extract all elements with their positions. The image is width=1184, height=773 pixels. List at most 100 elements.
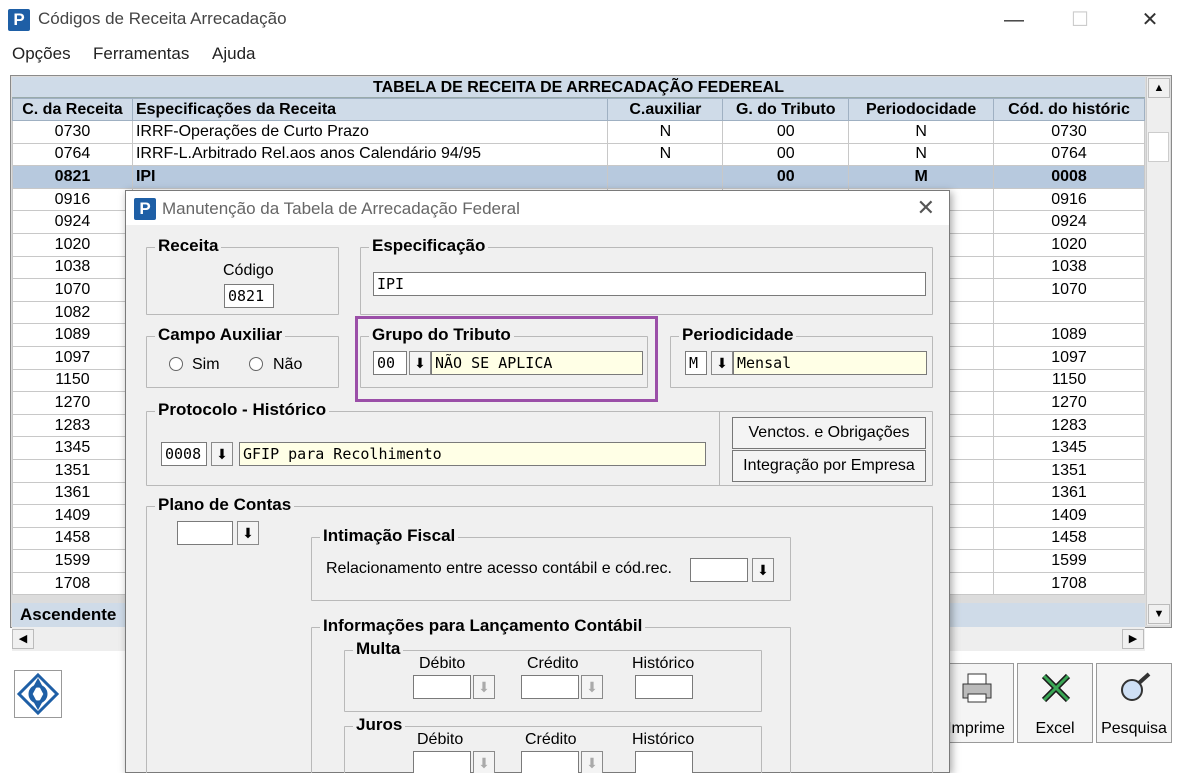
lancamento-group: Informações para Lançamento Contábil Mul… xyxy=(311,616,791,773)
especificacao-group: Especificação IPI xyxy=(360,236,933,315)
menu-ferramentas[interactable]: Ferramentas xyxy=(93,44,189,64)
grupo-dropdown-icon[interactable]: ⬇ xyxy=(409,351,431,375)
periodicidade-dropdown-icon[interactable]: ⬇ xyxy=(711,351,733,375)
sim-label: Sim xyxy=(192,356,220,373)
search-icon xyxy=(1121,672,1151,701)
table-row[interactable]: 0730 IRRF-Operações de Curto Prazo N 00 N 073… xyxy=(12,120,1145,144)
table-row[interactable]: 0764 IRRF-L.Arbitrado Rel.aos anos Calend… xyxy=(12,142,1145,167)
table-cell: 1458 xyxy=(12,526,133,551)
venctos-button[interactable]: Venctos. e Obrigações xyxy=(732,417,926,449)
integracao-button[interactable]: Integração por Empresa xyxy=(732,450,926,482)
especificacao-input[interactable]: IPI xyxy=(373,272,926,296)
table-cell: 1082 xyxy=(12,300,133,325)
table-cell: 1599 xyxy=(12,549,133,573)
table-cell: 1270 xyxy=(12,391,133,415)
intimacao-label: Relacionamento entre acesso contábil e c… xyxy=(326,560,672,577)
scroll-thumb[interactable] xyxy=(1148,132,1169,162)
plano-contas-dropdown-icon[interactable]: ⬇ xyxy=(237,521,259,545)
scroll-up-icon[interactable]: ▲ xyxy=(1148,78,1170,98)
vertical-scrollbar[interactable]: ▲ ▼ xyxy=(1146,77,1170,625)
intimacao-input[interactable] xyxy=(690,558,748,582)
scroll-down-icon[interactable]: ▼ xyxy=(1148,604,1170,624)
especificacao-legend: Especificação xyxy=(369,236,489,256)
excel-label: Excel xyxy=(1035,720,1075,737)
pesquisa-label: Pesquisa xyxy=(1101,720,1167,737)
table-cell: 1020 xyxy=(993,232,1145,257)
table-cell: 00 xyxy=(722,165,850,189)
column-header[interactable]: G. do Tributo xyxy=(722,98,850,121)
column-header[interactable]: Especificações da Receita xyxy=(131,98,609,121)
menu-ajuda[interactable]: Ajuda xyxy=(212,44,255,64)
scroll-left-icon[interactable]: ◀ xyxy=(12,629,34,649)
multa-historico-input[interactable] xyxy=(635,675,693,699)
juros-credito-input[interactable] xyxy=(521,751,579,773)
juros-group: Juros Débito ⬇ Crédito ⬇ Histórico xyxy=(344,715,762,773)
maximize-icon[interactable]: ☐ xyxy=(1060,8,1100,32)
multa-credito-dropdown-icon[interactable]: ⬇ xyxy=(581,675,603,699)
plano-contas-input[interactable] xyxy=(177,521,233,545)
multa-credito-input[interactable] xyxy=(521,675,579,699)
periodicidade-desc-input[interactable]: Mensal xyxy=(733,351,927,375)
table-cell: N xyxy=(607,120,724,144)
intimacao-dropdown-icon[interactable]: ⬇ xyxy=(752,558,774,582)
grupo-desc-input[interactable]: NÃO SE APLICA xyxy=(431,351,643,375)
multa-debito-input[interactable] xyxy=(413,675,471,699)
column-header[interactable]: Periodocidade xyxy=(848,98,995,121)
juros-credito-label: Crédito xyxy=(525,731,577,748)
table-cell: 0924 xyxy=(12,210,133,234)
table-cell: 1458 xyxy=(993,526,1145,551)
juros-debito-dropdown-icon[interactable]: ⬇ xyxy=(473,751,495,773)
table-row[interactable]: 0821 IPI 00 M 0008 xyxy=(12,165,1145,189)
excel-button[interactable]: Excel xyxy=(1017,663,1093,743)
protocolo-code-input[interactable]: 0008 xyxy=(161,442,207,466)
table-cell: IPI xyxy=(131,165,609,189)
lancamento-legend: Informações para Lançamento Contábil xyxy=(320,616,646,636)
table-cell: 0924 xyxy=(993,210,1145,234)
table-cell: 1283 xyxy=(12,413,133,438)
table-cell: 1038 xyxy=(993,255,1145,280)
pesquisa-button[interactable]: Pesquisa xyxy=(1096,663,1172,743)
nao-radio[interactable] xyxy=(249,357,263,371)
close-icon[interactable]: ✕ xyxy=(1130,8,1170,32)
table-cell: 1150 xyxy=(12,368,133,393)
plano-contas-group: Plano de Contas ⬇ Intimação Fiscal Relac… xyxy=(146,495,933,773)
juros-credito-dropdown-icon[interactable]: ⬇ xyxy=(581,751,603,773)
protocolo-dropdown-icon[interactable]: ⬇ xyxy=(211,442,233,466)
multa-debito-dropdown-icon[interactable]: ⬇ xyxy=(473,675,495,699)
table-cell: IRRF-Operações de Curto Prazo xyxy=(131,120,609,144)
column-header[interactable]: C. da Receita xyxy=(12,98,133,121)
receita-legend: Receita xyxy=(155,236,222,256)
codigo-label: Código xyxy=(223,262,274,279)
menu-opcoes[interactable]: Opções xyxy=(12,44,71,64)
imprime-label: Imprime xyxy=(947,720,1005,737)
grupo-code-input[interactable]: 00 xyxy=(373,351,407,375)
column-header[interactable]: C.auxiliar xyxy=(607,98,724,121)
table-cell: 0764 xyxy=(993,142,1145,167)
table-cell: 1038 xyxy=(12,255,133,280)
printer-icon xyxy=(962,673,992,703)
periodicidade-code-input[interactable]: M xyxy=(685,351,707,375)
table-cell: 1089 xyxy=(12,323,133,347)
minimize-icon[interactable]: — xyxy=(994,8,1034,32)
sim-radio[interactable] xyxy=(169,357,183,371)
dialog-close-icon[interactable]: ✕ xyxy=(917,195,935,221)
table-cell: IRRF-L.Arbitrado Rel.aos anos Calendário… xyxy=(131,142,609,167)
multa-credito-label: Crédito xyxy=(527,655,579,672)
juros-historico-input[interactable] xyxy=(635,751,693,773)
window-title: Códigos de Receita Arrecadação xyxy=(38,9,287,28)
periodicidade-group: Periodicidade M ⬇ Mensal xyxy=(670,325,933,388)
campo-auxiliar-group: Campo Auxiliar Sim Não xyxy=(146,325,339,388)
table-cell: 1283 xyxy=(993,413,1145,438)
logo-icon[interactable] xyxy=(14,670,62,718)
table-cell: 1409 xyxy=(12,504,133,528)
codigo-input[interactable]: 0821 xyxy=(224,284,274,308)
juros-debito-input[interactable] xyxy=(413,751,471,773)
table-cell: 00 xyxy=(722,120,850,144)
table-cell: N xyxy=(848,142,995,167)
multa-legend: Multa xyxy=(353,639,404,659)
protocolo-desc-input[interactable]: GFIP para Recolhimento xyxy=(239,442,706,466)
column-header[interactable]: Cód. do históric xyxy=(993,98,1145,121)
dialog-app-icon: P xyxy=(134,198,156,220)
protocolo-divider xyxy=(719,412,720,485)
scroll-right-icon[interactable]: ▶ xyxy=(1122,629,1144,649)
